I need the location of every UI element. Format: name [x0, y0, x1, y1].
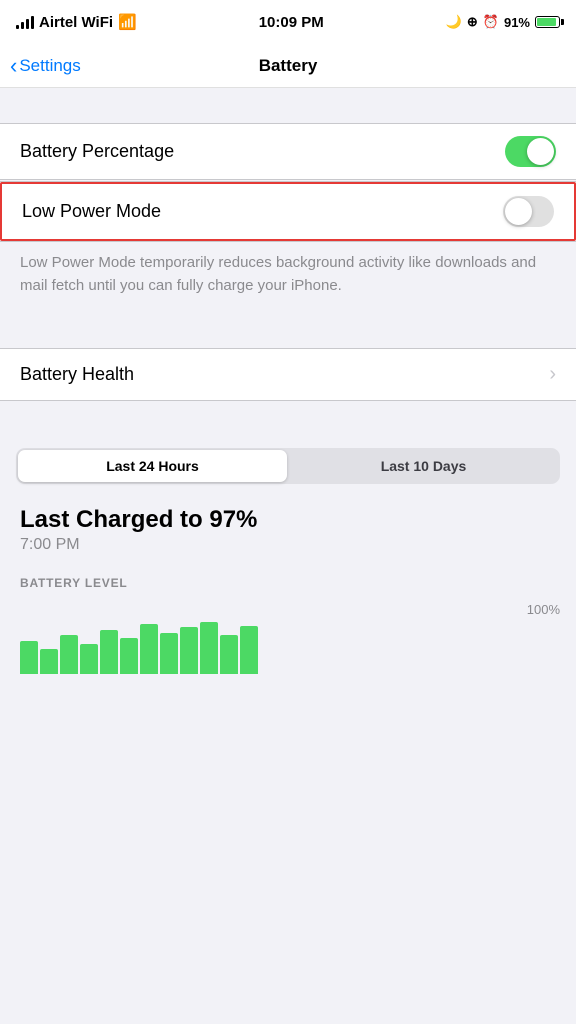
charge-info: Last Charged to 97% 7:00 PM	[0, 496, 576, 568]
battery-percentage-section: Battery Percentage	[0, 123, 576, 180]
battery-chart-area: 100%	[0, 594, 576, 674]
chart-bar	[100, 630, 118, 674]
battery-percentage-label: Battery Percentage	[20, 141, 174, 162]
battery-chart-bars	[20, 614, 258, 674]
battery-health-section: Battery Health ›	[0, 348, 576, 401]
status-right: 🌙 ⊕ ⏰ 91%	[446, 14, 560, 30]
signal-icon	[16, 15, 34, 29]
chart-bar	[240, 626, 258, 674]
chart-bar	[20, 641, 38, 674]
status-time: 10:09 PM	[259, 14, 324, 31]
carrier-label: Airtel WiFi	[39, 14, 113, 31]
chart-bar	[200, 622, 218, 674]
battery-percent-label: 91%	[504, 15, 530, 30]
back-button[interactable]: ‹ Settings	[10, 53, 81, 79]
status-bar: Airtel WiFi 📶 10:09 PM 🌙 ⊕ ⏰ 91%	[0, 0, 576, 44]
chevron-right-icon: ›	[549, 363, 556, 386]
battery-level-label: BATTERY LEVEL	[0, 568, 576, 594]
chart-bar	[80, 644, 98, 674]
toggle-knob	[527, 138, 554, 165]
chart-bar	[120, 638, 138, 674]
chart-bar	[220, 635, 238, 674]
low-power-mode-row: Low Power Mode	[0, 182, 576, 241]
wifi-icon: 📶	[118, 13, 137, 31]
location-icon: ⊕	[467, 14, 478, 30]
time-tabs: Last 24 Hours Last 10 Days	[16, 448, 560, 484]
spacer-bottom	[0, 401, 576, 436]
chart-bar	[40, 649, 58, 674]
spacer-top	[0, 88, 576, 123]
battery-chart-percent-label: 100%	[527, 602, 560, 617]
chevron-left-icon: ‹	[10, 53, 17, 79]
battery-percentage-toggle[interactable]	[505, 136, 556, 167]
low-power-mode-toggle[interactable]	[503, 196, 554, 227]
alarm-icon: ⏰	[483, 14, 499, 30]
spacer-mid	[0, 313, 576, 348]
nav-bar: ‹ Settings Battery	[0, 44, 576, 88]
chart-bar	[60, 635, 78, 674]
charge-time: 7:00 PM	[20, 536, 556, 554]
low-power-mode-label: Low Power Mode	[22, 201, 161, 222]
battery-percentage-row: Battery Percentage	[0, 124, 576, 179]
chart-bar	[160, 633, 178, 674]
page-title: Battery	[259, 56, 318, 76]
battery-health-label: Battery Health	[20, 364, 134, 385]
status-left: Airtel WiFi 📶	[16, 13, 137, 31]
low-power-description: Low Power Mode temporarily reduces backg…	[0, 242, 576, 313]
low-power-mode-section: Low Power Mode	[0, 181, 576, 242]
battery-icon	[535, 16, 560, 28]
tab-last-24-hours[interactable]: Last 24 Hours	[18, 450, 287, 482]
chart-bar	[140, 624, 158, 674]
charge-title: Last Charged to 97%	[20, 506, 556, 534]
time-tabs-container: Last 24 Hours Last 10 Days	[0, 436, 576, 496]
toggle-knob-lpm	[505, 198, 532, 225]
tab-last-10-days[interactable]: Last 10 Days	[289, 450, 558, 482]
moon-icon: 🌙	[446, 14, 462, 30]
back-label: Settings	[19, 56, 80, 76]
battery-health-row[interactable]: Battery Health ›	[0, 349, 576, 400]
chart-bar	[180, 627, 198, 674]
